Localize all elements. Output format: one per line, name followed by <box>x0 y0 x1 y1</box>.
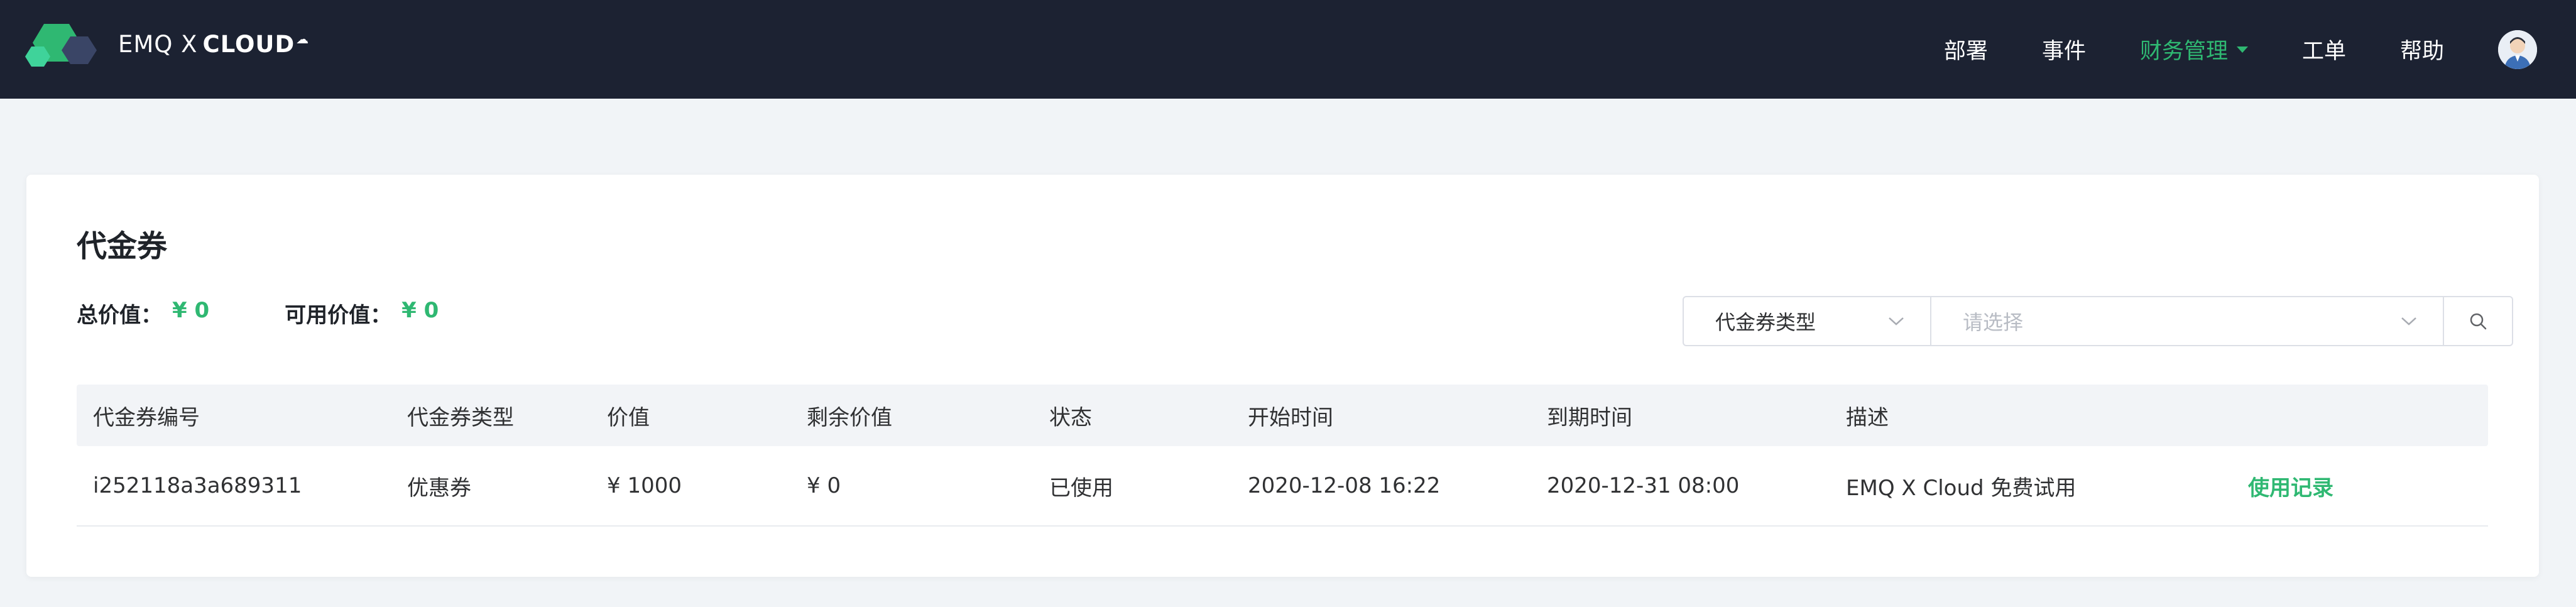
available-value-label: 可用价值： <box>285 303 392 328</box>
caret-down-icon <box>2236 46 2248 53</box>
search-icon <box>2470 313 2487 330</box>
chevron-down-icon <box>2401 317 2416 325</box>
voucher-type-label: 代金券类型 <box>1715 310 1816 334</box>
voucher-card: 代金券 总价值： ¥ 0 可用价值： ¥ 0 代金券类型 请选择 代金券编号 代… <box>26 175 2539 577</box>
nav-tickets[interactable]: 工单 <box>2302 33 2346 65</box>
nav-deploy[interactable]: 部署 <box>1944 33 1988 65</box>
cell-start-time: 2020-12-08 16:22 <box>1248 473 1441 498</box>
cell-description: EMQ X Cloud 免费试用 <box>1846 475 2077 501</box>
header-value: 价值 <box>607 405 650 430</box>
cell-voucher-type: 优惠券 <box>407 475 471 501</box>
brand-emqx: EMQ X <box>118 30 198 58</box>
cell-remaining: ¥ 0 <box>807 473 841 498</box>
nav-finance-label: 财务管理 <box>2139 39 2228 64</box>
nav-help[interactable]: 帮助 <box>2400 33 2444 65</box>
brand-cloud: CLOUD <box>202 30 295 58</box>
cloud-icon: ☁ <box>296 31 310 47</box>
user-avatar[interactable] <box>2498 30 2537 69</box>
brand-logo[interactable]: EMQ X CLOUD ☁ <box>25 19 309 69</box>
voucher-type-dropdown[interactable]: 代金券类型 <box>1684 297 1931 345</box>
header-start-time: 开始时间 <box>1248 405 1333 430</box>
main-nav: 部署 事件 财务管理 工单 帮助 <box>1944 0 2576 99</box>
cell-status: 已使用 <box>1049 475 1113 501</box>
brand-name: EMQ X CLOUD ☁ <box>118 31 309 58</box>
cell-value: ¥ 1000 <box>607 473 682 498</box>
header-status: 状态 <box>1049 405 1092 430</box>
nav-events[interactable]: 事件 <box>2042 33 2086 65</box>
usage-record-link[interactable]: 使用记录 <box>2248 471 2488 501</box>
header-voucher-type: 代金券类型 <box>407 405 514 430</box>
total-value: ¥ 0 <box>172 298 210 323</box>
cell-end-time: 2020-12-31 08:00 <box>1547 473 1740 498</box>
available-value: ¥ 0 <box>401 298 439 323</box>
voucher-filter: 代金券类型 请选择 <box>1683 296 2513 346</box>
search-button[interactable] <box>2444 297 2512 345</box>
chevron-down-icon <box>1889 317 1904 325</box>
select-placeholder: 请选择 <box>1963 310 2024 334</box>
voucher-summary: 总价值： ¥ 0 可用价值： ¥ 0 <box>77 298 439 329</box>
table-header: 代金券编号 代金券类型 价值 剩余价值 状态 开始时间 到期时间 描述 <box>77 385 2488 446</box>
top-navigation-bar: EMQ X CLOUD ☁ 部署 事件 财务管理 工单 帮助 <box>0 0 2576 99</box>
cell-voucher-id: i252118a3a689311 <box>93 473 302 498</box>
nav-finance[interactable]: 财务管理 <box>2140 33 2248 65</box>
header-remaining: 剩余价值 <box>807 405 892 430</box>
page-title: 代金券 <box>77 229 168 264</box>
voucher-value-select[interactable]: 请选择 <box>1931 297 2444 345</box>
header-voucher-id: 代金券编号 <box>93 405 200 430</box>
emqx-logo-icon <box>25 24 97 67</box>
table-row: i252118a3a689311 优惠券 ¥ 1000 ¥ 0 已使用 2020… <box>77 446 2488 527</box>
total-value-label: 总价值： <box>77 303 162 328</box>
header-description: 描述 <box>1846 405 1889 430</box>
header-end-time: 到期时间 <box>1547 405 1632 430</box>
voucher-table: 代金券编号 代金券类型 价值 剩余价值 状态 开始时间 到期时间 描述 i252… <box>77 385 2488 527</box>
avatar-icon <box>2498 30 2537 69</box>
